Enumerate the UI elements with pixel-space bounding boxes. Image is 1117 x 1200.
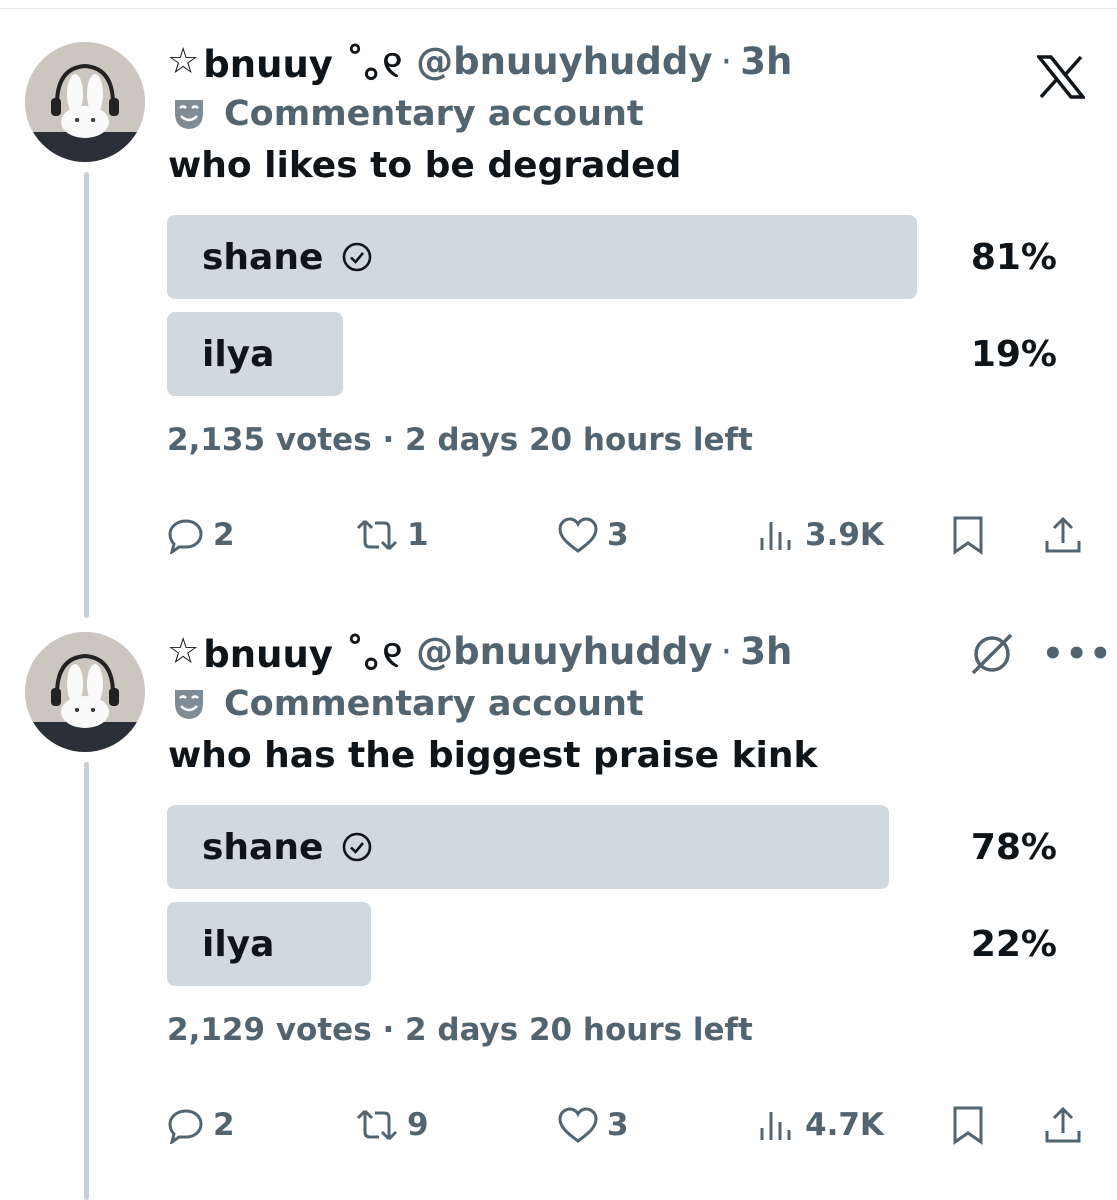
tweet-header: ☆ bnuuy ˚｡୧ @bnuuyhuddy · 3h	[167, 624, 792, 678]
poll-option-label: shane	[202, 826, 324, 868]
poll-option: shane 78%	[167, 805, 1057, 889]
theater-mask-icon	[172, 687, 206, 721]
repost-button[interactable]: 1	[355, 510, 429, 560]
poll-option-label: shane	[202, 236, 324, 278]
bookmark-icon	[953, 516, 983, 555]
tweet-text: who has the biggest praise kink	[168, 735, 818, 776]
grok-icon[interactable]	[968, 630, 1016, 678]
tweet-text: who likes to be degraded	[168, 145, 682, 186]
check-circle-icon	[341, 831, 373, 863]
account-label[interactable]: Commentary account	[172, 92, 644, 136]
bookmark-button[interactable]	[950, 1100, 986, 1150]
poll-option-percent: 78%	[970, 826, 1057, 868]
bookmark-button[interactable]	[950, 510, 986, 560]
top-divider	[0, 8, 1117, 9]
thread-line	[84, 762, 89, 1200]
account-label-text: Commentary account	[224, 94, 644, 134]
views-count: 4.7K	[805, 1107, 884, 1143]
repost-icon	[356, 519, 398, 551]
like-count: 3	[607, 1107, 629, 1143]
display-name[interactable]: bnuuy ˚｡୧	[203, 34, 402, 88]
star-glyph: ☆	[167, 630, 200, 672]
heart-icon	[558, 517, 598, 553]
x-logo-icon[interactable]	[1037, 55, 1085, 99]
reply-count: 2	[213, 1107, 235, 1143]
avatar[interactable]	[25, 632, 145, 752]
heart-icon	[558, 1107, 598, 1143]
poll-option: ilya 22%	[167, 902, 1057, 986]
timestamp[interactable]: 3h	[740, 40, 792, 83]
poll-option-percent: 81%	[970, 236, 1057, 278]
reply-button[interactable]: 2	[167, 510, 235, 560]
poll-meta: 2,135 votes · 2 days 20 hours left	[167, 422, 753, 458]
avatar[interactable]	[25, 42, 145, 162]
views-button[interactable]: 4.7K	[757, 1100, 884, 1150]
share-button[interactable]	[1043, 1100, 1083, 1150]
reply-button[interactable]: 2	[167, 1100, 235, 1150]
user-handle[interactable]: @bnuuyhuddy	[416, 630, 712, 673]
views-chart-icon	[760, 522, 791, 550]
poll-option-percent: 22%	[970, 923, 1057, 965]
poll-option-label: ilya	[202, 923, 275, 965]
repost-icon	[356, 1109, 398, 1141]
like-button[interactable]: 3	[557, 1100, 629, 1150]
account-label-text: Commentary account	[224, 684, 644, 724]
poll-option: ilya 19%	[167, 312, 1057, 396]
repost-button[interactable]: 9	[355, 1100, 429, 1150]
user-handle[interactable]: @bnuuyhuddy	[416, 40, 712, 83]
repost-count: 9	[407, 1107, 429, 1143]
views-count: 3.9K	[805, 517, 884, 553]
poll-option-label: ilya	[202, 333, 275, 375]
views-button[interactable]: 3.9K	[757, 510, 884, 560]
action-bar: 2 1 3 3.9K	[167, 510, 1087, 560]
poll-option: shane 81%	[167, 215, 1057, 299]
star-glyph: ☆	[167, 40, 200, 82]
separator-dot: ·	[720, 629, 733, 673]
share-icon	[1045, 516, 1081, 553]
share-icon	[1045, 1106, 1081, 1143]
repost-count: 1	[407, 517, 429, 553]
reply-icon	[168, 1109, 203, 1144]
poll-meta: 2,129 votes · 2 days 20 hours left	[167, 1012, 753, 1048]
bookmark-icon	[953, 1106, 983, 1145]
display-name[interactable]: bnuuy ˚｡୧	[203, 624, 402, 678]
like-count: 3	[607, 517, 629, 553]
check-circle-icon	[341, 241, 373, 273]
poll-option-percent: 19%	[970, 333, 1057, 375]
like-button[interactable]: 3	[557, 510, 629, 560]
account-label[interactable]: Commentary account	[172, 682, 644, 726]
separator-dot: ·	[720, 39, 733, 83]
reply-count: 2	[213, 517, 235, 553]
theater-mask-icon	[172, 97, 206, 131]
share-button[interactable]	[1043, 510, 1083, 560]
thread-line	[84, 172, 89, 618]
timestamp[interactable]: 3h	[740, 630, 792, 673]
views-chart-icon	[760, 1112, 791, 1140]
tweet-header: ☆ bnuuy ˚｡୧ @bnuuyhuddy · 3h	[167, 34, 792, 88]
action-bar: 2 9 3 4.7K	[167, 1100, 1087, 1150]
reply-icon	[168, 519, 203, 554]
more-options-icon[interactable]: •••	[1042, 634, 1113, 674]
